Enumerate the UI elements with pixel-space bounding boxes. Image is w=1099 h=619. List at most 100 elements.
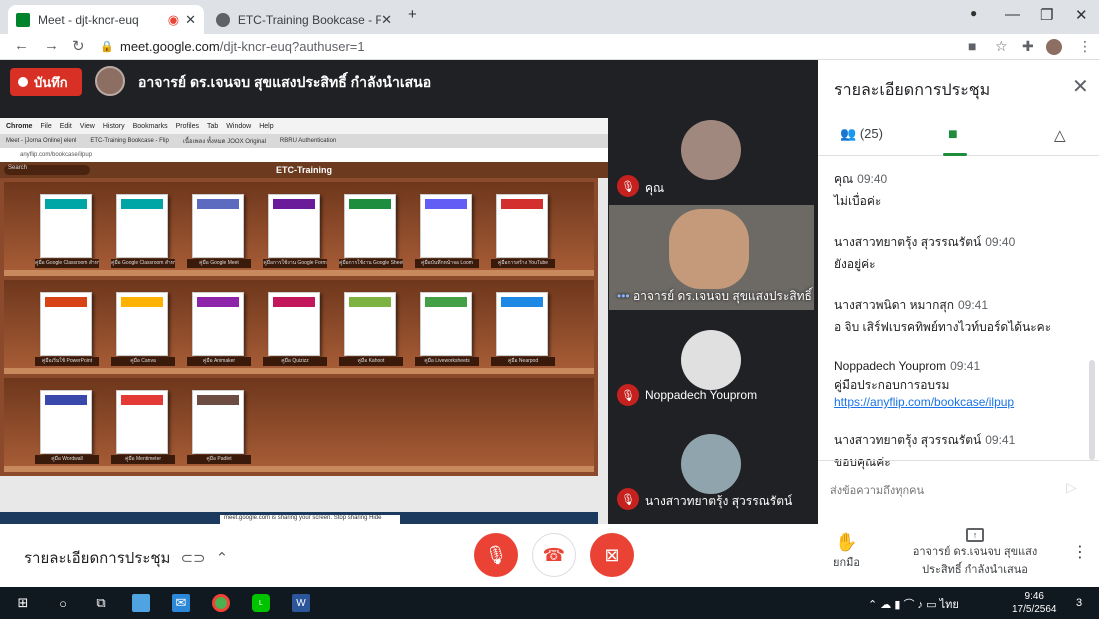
minimize-icon[interactable]: — [1005, 6, 1020, 23]
volume-icon[interactable]: ♪ [918, 599, 924, 611]
forward-icon[interactable]: → [44, 37, 59, 54]
book-cover[interactable]: คู่มือ Padlet [187, 390, 251, 464]
book-cover[interactable]: คู่มือ Wordwall [35, 390, 99, 464]
book-cover[interactable]: คู่มือการใช้งาน Google Form [263, 194, 327, 268]
bookmark-star-icon[interactable]: ☆ [995, 38, 1008, 55]
book-cover[interactable]: คู่มือบันทึกหน้าจอ Loom [415, 194, 479, 268]
raise-hand-button[interactable]: ✋ ยกมือ [833, 532, 860, 571]
extensions-icon[interactable]: ✚ [1022, 38, 1034, 55]
url-field[interactable]: meet.google.com/djt-kncr-euq?authuser=1 [120, 39, 365, 54]
book-cover[interactable]: คู่มือเริ่มใช้ PowerPoint [35, 292, 99, 366]
chat-compose: ▷ [818, 460, 1099, 520]
mic-off-icon: 🎙 [617, 488, 639, 510]
usb-icon[interactable]: ▮ [894, 599, 900, 611]
book-label: คู่มือ Mentimeter [111, 455, 175, 464]
book-cover[interactable]: คู่มือ Mentimeter [111, 390, 175, 464]
menu-icon[interactable]: ⋮ [1078, 38, 1092, 55]
tab-meet[interactable]: Meet - djt-kncr-euq ◉ ✕ [8, 5, 204, 34]
back-icon[interactable]: ← [14, 37, 29, 54]
clock-date: 17/5/2564 [1012, 604, 1057, 615]
word-icon[interactable]: W [292, 594, 310, 612]
message-sender: คุณ [834, 172, 854, 186]
message-link[interactable]: https://anyflip.com/bookcase/ilpup [834, 395, 1084, 409]
shapes-icon: △ [1054, 127, 1066, 144]
battery-icon[interactable]: ▭ [926, 599, 936, 611]
camera-icon[interactable]: ■ [968, 38, 976, 54]
meeting-details-button[interactable]: รายละเอียดการประชุม ⊂⊃ ⌃ [24, 546, 228, 570]
book-cover-accent [273, 297, 315, 307]
mic-toggle-button[interactable]: 🎙 [474, 533, 518, 577]
chrome-icon[interactable] [212, 594, 230, 612]
menu-item: Window [226, 122, 252, 130]
address-bar: ← → ↻ 🔒 meet.google.com/djt-kncr-euq?aut… [0, 34, 1099, 60]
chat-input[interactable] [830, 481, 1050, 501]
bookshelf: คู่มือ Google Classroom สำหรับผู้สอนคู่ม… [0, 178, 598, 567]
cloud-icon[interactable]: ☁ [880, 599, 891, 611]
book-cover[interactable]: คู่มือ Google Classroom สำหรับผู้เรียน [111, 194, 175, 268]
present-status[interactable]: ↑ อาจารย์ ดร.เจนจบ สุขแสงประสิทธิ์ กำลัง… [895, 528, 1055, 578]
more-options-icon[interactable]: ⋮ [1072, 542, 1088, 562]
tab-flipbook[interactable]: ETC-Training Bookcase - Flip Boo ✕ [208, 5, 400, 34]
book-label: คู่มือ Padlet [187, 455, 251, 464]
inner-tab: ETC-Training Bookcase - Flip [90, 138, 169, 144]
search-icon[interactable]: ○ [54, 594, 72, 612]
tab-chat[interactable]: ■ [948, 126, 958, 144]
reload-icon[interactable]: ↻ [72, 37, 85, 55]
menu-item: Edit [59, 122, 72, 130]
avatar[interactable] [1046, 39, 1062, 55]
restore-icon[interactable]: ❐ [1040, 6, 1053, 24]
message-sender: นางสาวทยาตรุ้ง สุวรรณรัตน์ [834, 433, 982, 447]
book-cover[interactable]: คู่มือการสร้าง YouTube [491, 194, 555, 268]
line-icon[interactable]: L [252, 594, 270, 612]
tab-activities[interactable]: △ [1054, 126, 1066, 144]
message-time: 09:41 [950, 359, 981, 373]
close-window-icon[interactable]: ✕ [1075, 6, 1088, 24]
menu-item: Chrome [6, 122, 33, 130]
book-cover[interactable]: คู่มือ Quizizz [263, 292, 327, 366]
tab-people[interactable]: 👥 (25) [840, 126, 883, 142]
message-time: 09:40 [985, 235, 1016, 249]
book-cover[interactable]: คู่มือ Animaker [187, 292, 251, 366]
book-cover-accent [121, 395, 163, 405]
chat-scrollbar[interactable] [1089, 360, 1095, 460]
book-cover[interactable]: คู่มือ Liveworksheets [415, 292, 479, 366]
camera-off-icon: ⊠ [604, 544, 620, 565]
record-badge[interactable]: บันทึก [10, 68, 82, 96]
profile-icon[interactable]: ● [970, 6, 977, 20]
book-cover[interactable]: คู่มือการใช้งาน Google Sheet [339, 194, 403, 268]
notification-icon[interactable]: 3 [1070, 594, 1088, 612]
file-explorer-icon[interactable] [132, 594, 150, 612]
recording-icon: ◉ [167, 11, 180, 27]
language-indicator[interactable]: ไทย [940, 599, 959, 611]
close-tab-icon[interactable]: ✕ [381, 12, 392, 28]
wifi-icon[interactable]: ⌒ [903, 599, 914, 611]
close-tab-icon[interactable]: ✕ [185, 12, 196, 28]
chevron-up-icon[interactable]: ⌃ [868, 599, 877, 611]
clock[interactable]: 9:46 17/5/2564 [1012, 590, 1057, 616]
book-label: คู่มือ Google Classroom สำหรับผู้สอน [35, 259, 99, 268]
camera-toggle-button[interactable]: ⊠ [590, 533, 634, 577]
presenter-label: อาจารย์ ดร.เจนจบ สุขแสงประสิทธิ์ กำลังนำ… [138, 74, 432, 90]
message-text: คู่มือประกอบการอบรม [834, 378, 950, 392]
chat-message: นางสาวทยาตรุ้ง สุวรรณรัตน์ 09:40 ยังอยู่ค… [834, 233, 1084, 274]
close-icon[interactable]: ✕ [1072, 74, 1089, 99]
leave-call-button[interactable]: ☎ [532, 533, 576, 577]
active-tab-indicator [943, 153, 967, 156]
book-cover[interactable]: คู่มือ Canva [111, 292, 175, 366]
task-view-icon[interactable]: ⧉ [92, 594, 110, 612]
send-icon[interactable]: ▷ [1066, 479, 1077, 496]
book-cover[interactable]: คู่มือ Kahoot [339, 292, 403, 366]
meet-stage: บันทึก อาจารย์ ดร.เจนจบ สุขแสงประสิทธิ์ … [0, 60, 818, 567]
mail-icon[interactable]: ✉ [172, 594, 190, 612]
panel-tabs: 👥 (25) ■ △ [818, 116, 1099, 156]
book-cover[interactable]: คู่มือ Google Classroom สำหรับผู้สอน [35, 194, 99, 268]
book-label: คู่มือ Google Classroom สำหรับผู้เรียน [111, 259, 175, 268]
system-tray: ⌃ ☁ ▮ ⌒ ♪ ▭ ไทย [868, 595, 959, 613]
book-cover[interactable]: คู่มือ Google Meet [187, 194, 251, 268]
windows-start-icon[interactable]: ⊞ [14, 594, 32, 612]
browser-tab-bar: Meet - djt-kncr-euq ◉ ✕ ETC-Training Boo… [0, 0, 1099, 34]
menu-item: History [102, 122, 125, 130]
new-tab-button[interactable]: + [408, 6, 417, 23]
book-cover[interactable]: คู่มือ Nearpod [491, 292, 555, 366]
inner-url: anyflip.com/bookcase/ilpup [0, 148, 608, 162]
